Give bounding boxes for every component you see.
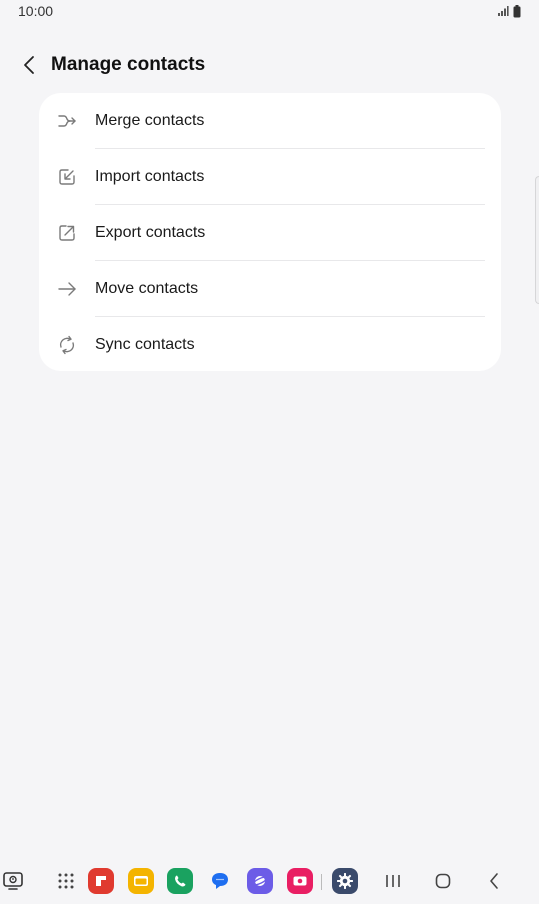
message-bubble-icon [212,873,228,889]
menu-item-label: Sync contacts [95,336,195,353]
camera-icon [293,876,307,886]
recent-panel-icon [3,872,23,890]
menu-item-label: Move contacts [95,280,199,297]
planet-icon [252,876,268,886]
app-drawer-button[interactable] [53,868,79,894]
recents-nav-button[interactable] [380,868,406,894]
signal-icon [498,6,509,16]
status-bar: 10:00 [0,0,539,22]
status-icons [497,4,521,18]
recent-apps-panel-button[interactable] [0,868,26,894]
recents-icon [386,875,400,887]
folder-icon [134,876,148,886]
home-icon [435,873,451,889]
taskbar [0,864,539,902]
export-icon [56,222,78,244]
my-files-app-button[interactable] [128,868,154,894]
messages-app-button[interactable] [207,868,233,894]
home-nav-button[interactable] [430,868,456,894]
flipboard-app-button[interactable] [88,868,114,894]
app-header: Manage contacts [0,46,539,84]
apps-grid-icon [58,873,74,889]
battery-icon [513,4,521,17]
menu-item-move-contacts[interactable]: Move contacts [39,261,501,317]
menu-item-sync-contacts[interactable]: Sync contacts [39,317,501,373]
back-nav-button[interactable] [481,868,507,894]
status-time: 10:00 [18,3,54,19]
flipboard-icon [96,876,106,886]
menu-item-label: Export contacts [95,224,206,241]
move-arrow-icon [56,278,78,300]
back-button[interactable] [14,50,44,80]
settings-app-button[interactable] [332,868,358,894]
taskbar-separator [321,874,322,890]
manage-contacts-menu: Merge contacts Import contacts Export co… [39,93,501,371]
screen-recorder-app-button[interactable] [287,868,313,894]
menu-item-import-contacts[interactable]: Import contacts [39,149,501,205]
page-title: Manage contacts [51,54,206,75]
edge-panel-handle[interactable] [535,176,539,304]
merge-icon [56,110,78,132]
phone-icon [175,875,186,887]
import-icon [56,166,78,188]
back-icon [490,873,498,889]
menu-item-label: Merge contacts [95,112,205,129]
phone-app-button[interactable] [167,868,193,894]
internet-app-button[interactable] [247,868,273,894]
gear-icon [337,873,353,889]
sync-icon [56,334,78,356]
menu-item-merge-contacts[interactable]: Merge contacts [39,93,501,149]
menu-item-export-contacts[interactable]: Export contacts [39,205,501,261]
menu-item-label: Import contacts [95,168,205,185]
chevron-left-icon [24,56,34,74]
